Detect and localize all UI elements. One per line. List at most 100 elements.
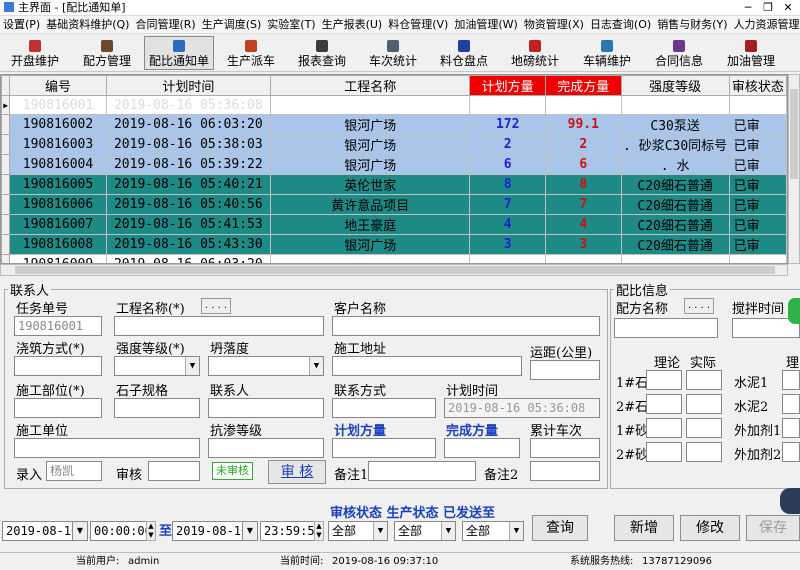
time-to-spinner[interactable]: ▲ ▼ (314, 521, 324, 541)
slump-select[interactable]: ▼ (208, 356, 324, 376)
mix-theory-field[interactable] (782, 394, 800, 414)
review-button[interactable]: 审 核 (268, 460, 326, 484)
toolbar-report-button[interactable]: 报表查询 (288, 36, 356, 70)
mix-theory-field[interactable] (646, 394, 682, 414)
remark2-field[interactable] (530, 461, 600, 481)
entry-field[interactable]: 杨凯 (46, 461, 102, 481)
table-row[interactable]: 190816005 2019-08-16 05:40:21 英伦世家 8 8 C20细石普… (1, 174, 787, 195)
toolbar-recipe-button[interactable]: 配方管理 (72, 36, 142, 70)
scroll-thumb[interactable] (790, 89, 798, 179)
menu-item[interactable]: 基础资料维护(Q) (43, 18, 132, 31)
construction-unit-field[interactable] (14, 438, 200, 458)
date-to-dropdown[interactable]: ▼ (242, 521, 258, 541)
plan-volume-field[interactable] (332, 438, 436, 458)
menu-item[interactable]: 料仓管理(V) (385, 18, 451, 31)
save-button[interactable]: 保存 (746, 515, 800, 541)
column-header[interactable]: 强度等级 (620, 75, 730, 96)
construction-part-field[interactable] (14, 398, 102, 418)
row-indicator[interactable] (1, 134, 11, 155)
table-row[interactable]: 190816008 2019-08-16 05:43:30 银河广场 3 3 C20细石普… (1, 234, 787, 255)
toolbar-scale-button[interactable]: 地磅统计 (500, 36, 570, 70)
float-panel-handle[interactable] (780, 488, 800, 514)
plan-time-field[interactable]: 2019-08-16 05:36:08 (444, 398, 600, 418)
column-header[interactable]: 计划方量 (469, 75, 546, 96)
stone-spec-field[interactable] (114, 398, 200, 418)
column-header[interactable]: 完成方量 (544, 75, 622, 96)
close-button[interactable]: ✕ (778, 0, 798, 15)
row-indicator[interactable] (1, 174, 11, 195)
grid-horizontal-scrollbar[interactable] (0, 264, 788, 276)
mix-actual-field[interactable] (686, 442, 722, 462)
table-row[interactable]: 190816004 2019-08-16 05:39:22 银河广场 6 6. 水已审 (1, 154, 787, 175)
row-indicator[interactable] (1, 154, 11, 175)
mix-theory-field[interactable] (782, 418, 800, 438)
mix-theory-field[interactable] (646, 370, 682, 390)
table-row[interactable]: ▶ 190816001 2019-08-16 05:36:08 (1, 95, 787, 115)
mix-actual-field[interactable] (686, 394, 722, 414)
recipe-name-field[interactable] (614, 318, 718, 338)
query-button[interactable]: 查询 (532, 515, 588, 541)
row-indicator[interactable] (1, 254, 11, 263)
trips-field[interactable] (530, 438, 600, 458)
grade-select[interactable]: ▼ (114, 356, 200, 376)
table-row[interactable]: 190816007 2019-08-16 05:41:53 地王豪庭 4 4 C20细石普… (1, 214, 787, 235)
restore-button[interactable]: ❐ (758, 0, 778, 15)
site-address-field[interactable] (332, 356, 522, 376)
table-row[interactable]: 190816009 2019-08-16 06:03:20 (1, 254, 787, 263)
pour-method-field[interactable] (14, 356, 102, 376)
table-row[interactable]: 190816002 2019-08-16 06:03:20 银河广场 172 99.1 C… (1, 114, 787, 135)
row-indicator[interactable]: ▶ (1, 95, 11, 115)
toolbar-contract-button[interactable]: 合同信息 (644, 36, 714, 70)
toolbar-vehicle-button[interactable]: 车辆维护 (572, 36, 642, 70)
remark1-field[interactable] (368, 461, 476, 481)
project-field[interactable] (114, 316, 324, 336)
contact-person-field[interactable] (208, 398, 324, 418)
mix-actual-field[interactable] (686, 370, 722, 390)
menu-item[interactable]: 生产报表(U) (319, 18, 386, 31)
edit-button[interactable]: 修改 (680, 515, 740, 541)
menu-item[interactable]: 实验室(T) (264, 18, 318, 31)
toolbar-trip-button[interactable]: 车次统计 (358, 36, 428, 70)
table-row[interactable]: 190816003 2019-08-16 05:38:03 银河广场 2 2. 砂浆C3… (1, 134, 787, 155)
column-header[interactable]: 编号 (9, 75, 107, 96)
mix-theory-field[interactable] (646, 418, 682, 438)
row-indicator[interactable] (1, 234, 11, 255)
row-indicator[interactable] (1, 194, 11, 215)
mix-theory-field[interactable] (646, 442, 682, 462)
review-status-select[interactable]: 全部 ▼ (328, 521, 388, 541)
customer-field[interactable] (332, 316, 600, 336)
mix-theory-field[interactable] (782, 370, 800, 390)
add-button[interactable]: 新增 (614, 515, 674, 541)
contact-method-field[interactable] (332, 398, 436, 418)
recipe-picker-button[interactable]: . . . . (684, 298, 714, 314)
menu-item[interactable]: 人力资源管理(Z) (731, 18, 800, 31)
grid-vertical-scrollbar[interactable] (788, 74, 800, 264)
menu-item[interactable]: 物资管理(X) (521, 18, 587, 31)
toolbar-fuel-button[interactable]: 加油管理 (716, 36, 786, 70)
row-indicator[interactable] (1, 114, 11, 135)
toolbar-dispatch-button[interactable]: 生产派车 (216, 36, 286, 70)
column-header[interactable]: 工程名称 (270, 75, 471, 96)
project-picker-button[interactable]: . . . . (201, 298, 231, 314)
menu-item[interactable]: 日志查询(O) (587, 18, 654, 31)
column-header[interactable]: 计划时间 (105, 75, 272, 96)
seepage-grade-field[interactable] (208, 438, 324, 458)
mix-theory-field[interactable] (782, 442, 800, 462)
column-header[interactable]: 审核状态 (728, 75, 787, 96)
sent-to-select[interactable]: 全部 ▼ (462, 521, 524, 541)
toolbar-notice-button[interactable]: 配比通知单 (144, 36, 214, 70)
mix-actual-field[interactable] (686, 418, 722, 438)
time-from-spinner[interactable]: ▲ ▼ (146, 521, 156, 541)
toolbar-inventory-button[interactable]: 料仓盘点 (430, 36, 498, 70)
table-row[interactable]: 190816006 2019-08-16 05:40:56 黄许意品项目 7 7 C20细… (1, 194, 787, 215)
menu-item[interactable]: 生产调度(S) (199, 18, 265, 31)
date-from-dropdown[interactable]: ▼ (72, 521, 88, 541)
menu-item[interactable]: 销售与财务(Y) (654, 18, 730, 31)
side-tab-icon[interactable] (788, 298, 800, 324)
row-indicator[interactable] (1, 214, 11, 235)
production-status-select[interactable]: 全部 ▼ (394, 521, 456, 541)
done-volume-field[interactable] (444, 438, 520, 458)
distance-field[interactable] (530, 360, 600, 380)
scroll-thumb[interactable] (15, 266, 775, 274)
toolbar-open-button[interactable]: 开盘维护 (0, 36, 70, 70)
